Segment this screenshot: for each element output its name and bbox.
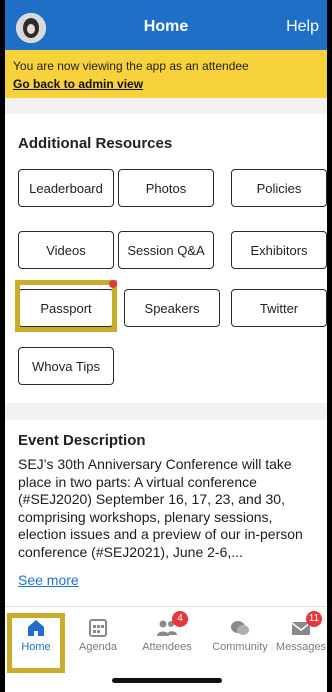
nav-home-label: Home (21, 641, 51, 653)
resources-title: Additional Resources (18, 135, 173, 152)
photos-button[interactable]: Photos (118, 169, 214, 207)
attendees-badge: 4 (172, 611, 188, 627)
messages-badge: 11 (306, 611, 322, 627)
description-text: SEJ’s 30th Anniversary Conference will t… (18, 456, 303, 560)
nav-messages-label: Messages (275, 641, 327, 653)
nav-home[interactable]: Home (6, 619, 66, 653)
nav-attendees-label: Attendees (142, 641, 192, 653)
additional-resources-card: Additional Resources Leaderboard Photos … (5, 114, 327, 403)
nav-messages[interactable]: 11 Messages (275, 611, 327, 653)
banner-message: You are now viewing the app as an attend… (13, 59, 249, 73)
policies-button[interactable]: Policies (231, 169, 327, 207)
passport-notification-dot (109, 280, 117, 288)
app-screen: Home Help You are now viewing the app as… (5, 0, 327, 692)
passport-highlight (15, 280, 117, 332)
help-link[interactable]: Help (286, 18, 319, 36)
nav-community[interactable]: Community (205, 619, 275, 653)
event-description-card: Event Description SEJ’s 30th Anniversary… (5, 420, 327, 606)
home-icon (28, 620, 44, 636)
twitter-button[interactable]: Twitter (231, 289, 327, 327)
exhibitors-button[interactable]: Exhibitors (231, 231, 327, 269)
nav-attendees[interactable]: 4 Attendees (131, 611, 203, 653)
home-indicator-bar (112, 678, 222, 683)
page-title: Home (143, 18, 189, 35)
chat-bubbles-icon (231, 621, 249, 635)
nav-agenda[interactable]: Agenda (68, 619, 128, 653)
envelope-icon-wrapper: 11 (290, 611, 322, 637)
calendar-icon (89, 619, 107, 637)
whova-tips-button[interactable]: Whova Tips (18, 347, 114, 385)
nav-community-label: Community (212, 641, 268, 653)
leaderboard-button[interactable]: Leaderboard (18, 169, 114, 207)
top-header: Home Help (5, 0, 327, 50)
attendee-view-banner: You are now viewing the app as an attend… (5, 50, 327, 98)
speakers-button[interactable]: Speakers (124, 289, 220, 327)
see-more-link[interactable]: See more (18, 572, 79, 588)
people-icon-wrapper: 4 (156, 611, 188, 637)
nav-agenda-label: Agenda (79, 641, 117, 653)
videos-button[interactable]: Videos (18, 231, 114, 269)
description-title: Event Description (18, 432, 146, 449)
back-to-admin-link[interactable]: Go back to admin view (13, 77, 143, 91)
session-qa-button[interactable]: Session Q&A (118, 231, 214, 269)
